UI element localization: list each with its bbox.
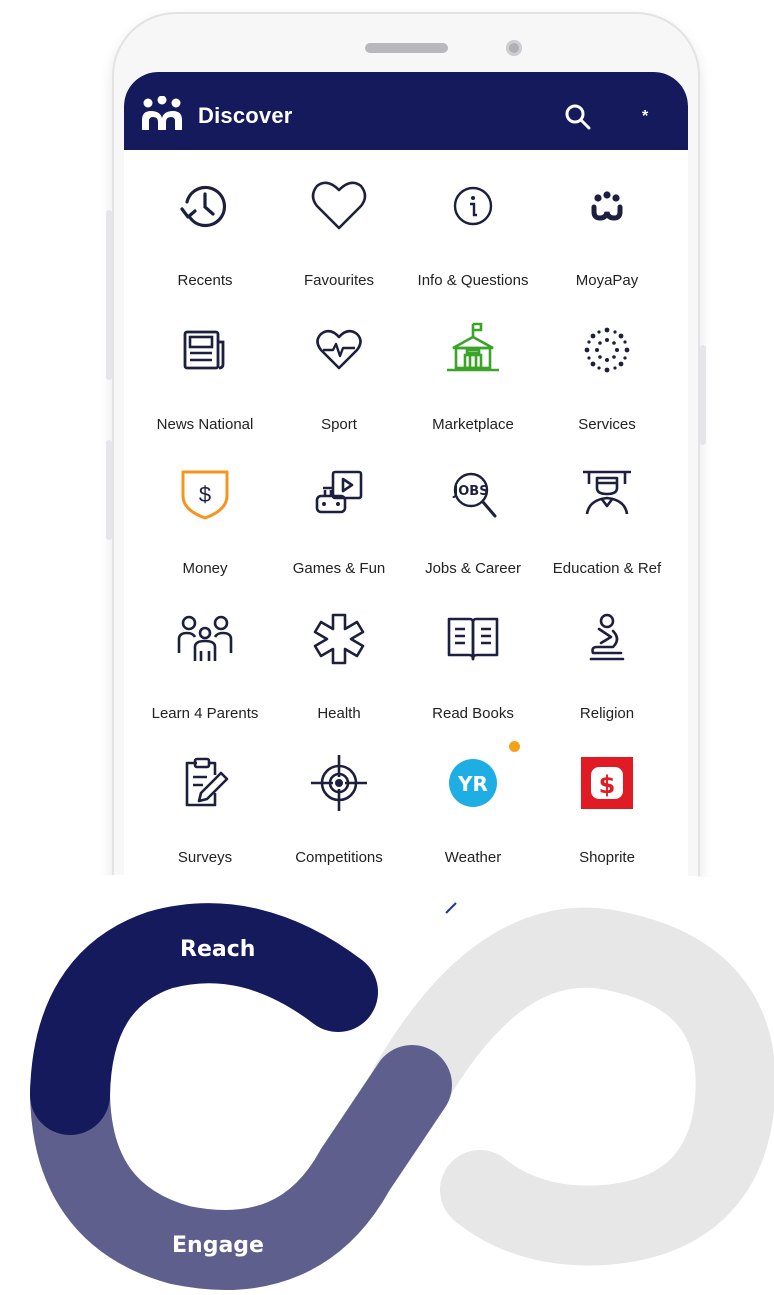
grid-item-read-books[interactable]: Read Books <box>406 589 540 729</box>
dots-circle-icon <box>577 320 637 380</box>
phone-camera <box>506 40 522 56</box>
grid-item-favourites[interactable]: Favourites <box>272 156 406 296</box>
grid-item-label: Shoprite <box>579 849 635 866</box>
heart-icon <box>309 176 369 236</box>
medical-cross-icon <box>309 609 369 669</box>
svg-text:$: $ <box>199 482 211 507</box>
yr-logo-icon: YR <box>443 753 503 813</box>
heart-pulse-icon <box>309 320 369 380</box>
target-icon <box>309 753 369 813</box>
grid-item-label: Learn 4 Parents <box>151 705 259 722</box>
newspaper-icon <box>175 320 235 380</box>
grid-item-news-national[interactable]: News National <box>138 300 272 440</box>
grid-item-learn-4-parents[interactable]: Learn 4 Parents <box>138 589 272 729</box>
phone-side-button-left-bottom <box>106 440 112 540</box>
building-icon <box>443 320 503 380</box>
page-title: Discover <box>198 103 293 128</box>
grid-item-marketplace[interactable]: Marketplace <box>406 300 540 440</box>
notification-dot <box>509 741 520 752</box>
grid-item-label: Money <box>182 560 228 577</box>
infinity-grey-loop <box>370 907 774 1266</box>
moya-logo-icon <box>142 96 182 130</box>
grid-item-jobs-career[interactable]: JOBS Jobs & Career <box>406 444 540 584</box>
grid-item-label: News National <box>156 416 254 433</box>
svg-text:YR: YR <box>457 772 488 796</box>
phone-side-button-right <box>700 345 706 445</box>
app-header: Discover * <box>124 72 688 150</box>
phone-side-button-left-top <box>106 210 112 380</box>
reach-label: Reach <box>180 937 256 962</box>
grid-item-shoprite[interactable]: $ Shoprite <box>540 733 674 873</box>
grid-item-recents[interactable]: Recents <box>138 156 272 296</box>
grid-item-religion[interactable]: Religion <box>540 589 674 729</box>
grid-item-label: Marketplace <box>432 416 514 433</box>
jobs-search-icon: JOBS <box>443 464 503 524</box>
svg-text:JOBS: JOBS <box>452 484 488 499</box>
teacher-icon <box>577 464 637 524</box>
infinity-engage-arc <box>30 1045 452 1290</box>
shield-dollar-icon: $ <box>175 464 235 524</box>
info-icon <box>443 176 503 236</box>
grid-item-label: Recents <box>177 272 233 289</box>
clipboard-edit-icon <box>175 753 235 813</box>
grid-item-weather[interactable]: YR Weather <box>406 733 540 873</box>
grid-item-label: Weather <box>444 849 502 866</box>
search-icon[interactable] <box>564 103 592 131</box>
grid-item-label: Games & Fun <box>292 560 386 577</box>
svg-text:$: $ <box>599 771 616 799</box>
grid-item-services[interactable]: Services <box>540 300 674 440</box>
shoprite-logo-icon: $ <box>577 753 637 813</box>
engage-label: Engage <box>172 1233 264 1258</box>
family-icon <box>175 609 235 669</box>
grid-item-label: Competitions <box>295 849 383 866</box>
grid-item-label: Info & Questions <box>417 272 529 289</box>
games-icon <box>309 464 369 524</box>
grid-item-info-questions[interactable]: Info & Questions <box>406 156 540 296</box>
grid-item-health[interactable]: Health <box>272 589 406 729</box>
grid-item-label: Read Books <box>432 705 514 722</box>
grid-item-label: Religion <box>579 705 635 722</box>
grid-item-label: MoyaPay <box>575 272 639 289</box>
grid-item-surveys[interactable]: Surveys <box>138 733 272 873</box>
grid-item-label: Education & Ref <box>552 560 662 577</box>
grid-item-sport[interactable]: Sport <box>272 300 406 440</box>
phone-speaker <box>365 43 448 53</box>
grid-item-education-ref[interactable]: Education & Ref <box>540 444 674 584</box>
more-menu-icon[interactable]: * <box>642 108 648 126</box>
moyapay-icon <box>577 176 637 236</box>
grid-item-games-fun[interactable]: Games & Fun <box>272 444 406 584</box>
grid-item-competitions[interactable]: Competitions <box>272 733 406 873</box>
clock-history-icon <box>175 176 235 236</box>
grid-item-label: Services <box>578 416 636 433</box>
grid-item-label: Jobs & Career <box>425 560 521 577</box>
grid-item-label: Favourites <box>303 272 375 289</box>
book-icon <box>443 609 503 669</box>
grid-item-label: Sport <box>321 416 357 433</box>
grid-item-money[interactable]: $ Money <box>138 444 272 584</box>
praying-icon <box>577 609 637 669</box>
grid-item-moyapay[interactable]: MoyaPay <box>540 156 674 296</box>
grid-item-label: Health <box>317 705 361 722</box>
grid-item-label: Surveys <box>177 849 233 866</box>
